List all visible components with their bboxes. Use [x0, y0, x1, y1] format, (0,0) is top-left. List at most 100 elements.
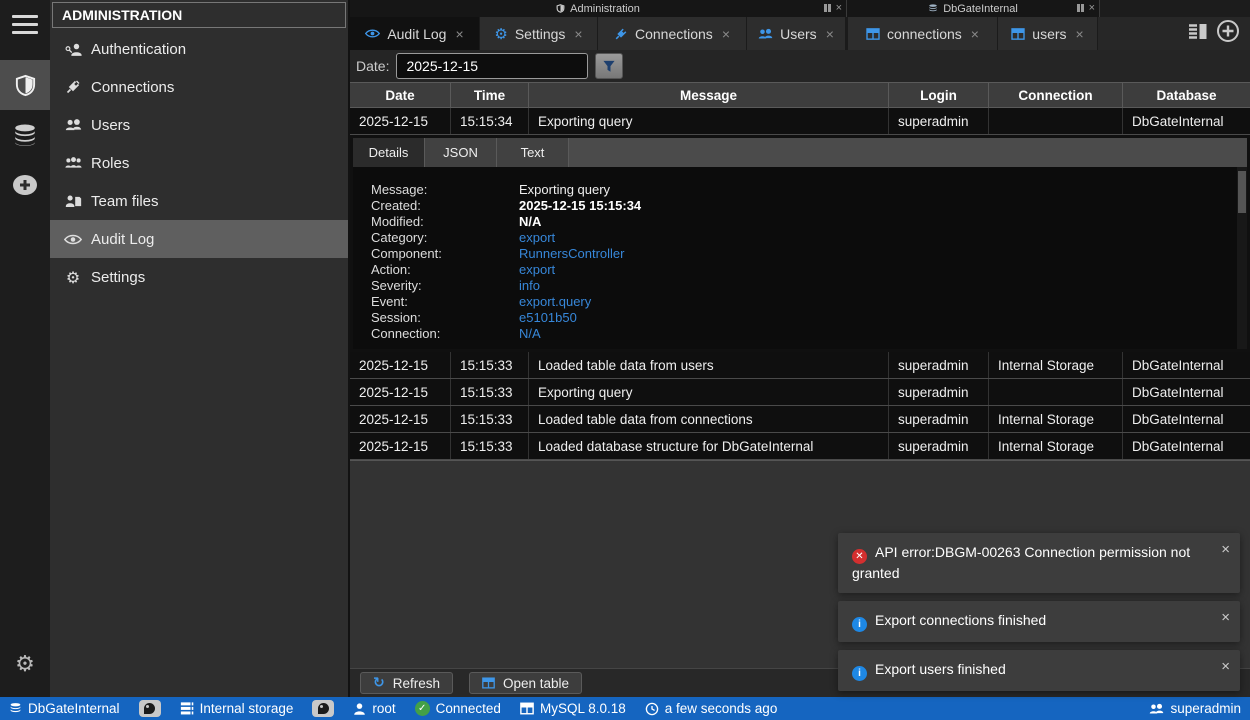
- tab-users[interactable]: Users ×: [747, 17, 846, 50]
- sidebar-item-connections[interactable]: Connections: [50, 68, 348, 106]
- cell-database: DbGateInternal: [1123, 433, 1250, 459]
- refresh-button[interactable]: ↻ Refresh: [360, 672, 453, 694]
- field-value-connection[interactable]: N/A: [519, 326, 541, 341]
- details-panel: Details JSON Text Message:Exporting quer…: [350, 135, 1250, 352]
- group-title: Administration: [570, 3, 640, 15]
- close-tab-icon[interactable]: ×: [574, 26, 582, 42]
- sidebar-item-label: Roles: [91, 155, 129, 172]
- close-tab-icon[interactable]: ×: [1076, 26, 1084, 42]
- admin-shield-icon[interactable]: [0, 60, 50, 110]
- field-value-action[interactable]: export: [519, 262, 555, 277]
- field-value-component[interactable]: RunnersController: [519, 246, 625, 261]
- main-area: Administration × DbGateInternal × Audit …: [350, 0, 1250, 697]
- storage-color-palette-icon[interactable]: [312, 700, 334, 717]
- status-database[interactable]: DbGateInternal: [9, 701, 120, 716]
- eye-icon: [365, 28, 380, 39]
- close-group-icon[interactable]: ×: [1089, 3, 1095, 13]
- close-toast-icon[interactable]: ×: [1221, 657, 1230, 676]
- database-icon: [9, 701, 22, 716]
- sidebar-item-roles[interactable]: Roles: [50, 144, 348, 182]
- tab-connections[interactable]: Connections ×: [598, 17, 747, 50]
- tab-table-connections[interactable]: connections ×: [846, 17, 998, 50]
- users-icon: [758, 28, 773, 40]
- status-storage[interactable]: Internal storage: [180, 701, 294, 716]
- status-last-refresh-label: a few seconds ago: [665, 701, 778, 716]
- toast-message: API error:DBGM-00263 Connection permissi…: [852, 544, 1190, 581]
- column-header-login[interactable]: Login: [889, 83, 989, 108]
- close-tab-icon[interactable]: ×: [826, 26, 834, 42]
- sidebar-item-settings[interactable]: ⚙ Settings: [50, 258, 348, 296]
- sidebar-item-authentication[interactable]: Authentication: [50, 30, 348, 68]
- cell-connection: Internal Storage: [989, 433, 1123, 459]
- column-header-connection[interactable]: Connection: [989, 83, 1123, 108]
- close-tab-icon[interactable]: ×: [971, 26, 979, 42]
- tab-audit-log[interactable]: Audit Log ×: [350, 17, 480, 50]
- toast-error[interactable]: ✕API error:DBGM-00263 Connection permiss…: [838, 533, 1240, 593]
- info-icon: i: [852, 617, 867, 632]
- open-table-button[interactable]: Open table: [469, 672, 582, 694]
- cell-login: superadmin: [889, 352, 989, 378]
- table-row[interactable]: 2025-12-15 15:15:33 Loaded table data fr…: [350, 406, 1250, 433]
- sidebar-item-team-files[interactable]: Team files: [50, 182, 348, 220]
- settings-gear-icon[interactable]: ⚙: [0, 639, 50, 689]
- tab-json[interactable]: JSON: [425, 138, 497, 167]
- plug-icon: [614, 27, 628, 41]
- tab-text[interactable]: Text: [497, 138, 569, 167]
- close-toast-icon[interactable]: ×: [1221, 540, 1230, 559]
- status-last-refresh[interactable]: a few seconds ago: [645, 701, 778, 716]
- add-connection-icon[interactable]: [0, 160, 50, 210]
- tab-list-icon[interactable]: [1188, 23, 1208, 45]
- menu-icon[interactable]: [0, 0, 50, 48]
- close-tab-icon[interactable]: ×: [455, 26, 463, 42]
- column-header-time[interactable]: Time: [451, 83, 529, 108]
- tab-settings[interactable]: ⚙ Settings ×: [480, 17, 598, 50]
- tab-details[interactable]: Details: [353, 138, 425, 167]
- details-scrollbar[interactable]: [1237, 167, 1247, 349]
- database-color-palette-icon[interactable]: [139, 700, 161, 717]
- cell-date: 2025-12-15: [350, 406, 451, 432]
- column-header-database[interactable]: Database: [1123, 83, 1250, 108]
- filter-toolbar: Date:: [350, 50, 1250, 82]
- status-logged-in-user[interactable]: superadmin: [1149, 701, 1241, 716]
- sidebar-item-users[interactable]: Users: [50, 106, 348, 144]
- tab-table-users[interactable]: users ×: [998, 17, 1098, 50]
- scrollbar-thumb[interactable]: [1238, 171, 1246, 213]
- field-value-session[interactable]: e5101b50: [519, 310, 577, 325]
- tab-label: users: [1032, 26, 1066, 42]
- storage-icon: [180, 701, 194, 716]
- details-tab-bar: Details JSON Text: [353, 138, 1247, 167]
- tab-label: Users: [780, 26, 817, 42]
- column-header-message[interactable]: Message: [529, 83, 889, 108]
- field-value-severity[interactable]: info: [519, 278, 540, 293]
- mysql-icon: [520, 702, 534, 715]
- tab-group-dbgateinternal[interactable]: DbGateInternal ×: [847, 0, 1100, 17]
- status-server-version[interactable]: MySQL 8.0.18: [520, 701, 626, 716]
- sidebar-item-label: Settings: [91, 269, 145, 286]
- status-user[interactable]: root: [353, 701, 395, 716]
- table-row[interactable]: 2025-12-15 15:15:34 Exporting query supe…: [350, 108, 1250, 135]
- tab-group-administration[interactable]: Administration ×: [350, 0, 847, 17]
- new-tab-plus-icon[interactable]: [1216, 19, 1240, 48]
- sidebar-item-audit-log[interactable]: Audit Log: [50, 220, 348, 258]
- field-value-event[interactable]: export.query: [519, 294, 591, 309]
- close-toast-icon[interactable]: ×: [1221, 608, 1230, 627]
- table-row[interactable]: 2025-12-15 15:15:33 Loaded database stru…: [350, 433, 1250, 460]
- column-header-date[interactable]: Date: [350, 83, 451, 108]
- refresh-label: Refresh: [393, 676, 440, 691]
- split-group-icon[interactable]: [1077, 4, 1084, 12]
- table-row[interactable]: 2025-12-15 15:15:33 Loaded table data fr…: [350, 352, 1250, 379]
- eye-icon: [64, 233, 82, 246]
- team-files-icon: [64, 194, 82, 209]
- database-icon[interactable]: [0, 110, 50, 160]
- toast-info[interactable]: iExport users finished ×: [838, 650, 1240, 691]
- sidebar-item-label: Audit Log: [91, 231, 154, 248]
- close-tab-icon[interactable]: ×: [722, 26, 730, 42]
- filter-button[interactable]: [595, 53, 623, 79]
- date-input[interactable]: [396, 53, 588, 79]
- split-group-icon[interactable]: [824, 4, 831, 12]
- table-row[interactable]: 2025-12-15 15:15:33 Exporting query supe…: [350, 379, 1250, 406]
- close-group-icon[interactable]: ×: [836, 3, 842, 13]
- status-connected[interactable]: ✓ Connected: [415, 701, 501, 716]
- toast-info[interactable]: iExport connections finished ×: [838, 601, 1240, 642]
- field-value-category[interactable]: export: [519, 230, 555, 245]
